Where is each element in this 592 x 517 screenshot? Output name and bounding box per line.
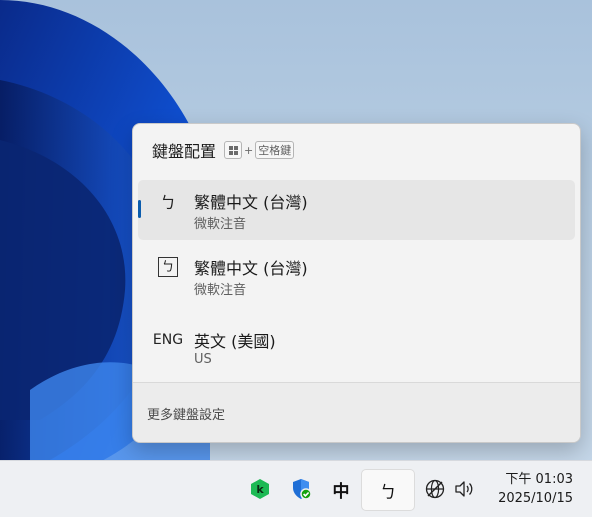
layout-ime-name: US bbox=[194, 352, 212, 367]
more-keyboard-settings-link[interactable]: 更多鍵盤設定 bbox=[133, 383, 580, 442]
layout-ime-name: 微軟注音 bbox=[194, 217, 247, 232]
keyboard-layout-flyout: 鍵盤配置 + 空格鍵 ㄅ 繁體中文 (台灣) 微軟注音 ㄅ 繁體中文 (台灣) … bbox=[132, 123, 581, 443]
layout-ime-name: 微軟注音 bbox=[194, 283, 247, 298]
layout-name: 繁體中文 (台灣) bbox=[194, 259, 308, 278]
clock-time: 下午 01:03 bbox=[505, 472, 573, 487]
bopomofo-boxed-icon: ㄅ bbox=[150, 256, 186, 278]
bopomofo-icon: ㄅ bbox=[159, 193, 176, 212]
windows-security-tray-button[interactable] bbox=[286, 469, 316, 509]
flyout-header: 鍵盤配置 + 空格鍵 bbox=[152, 138, 295, 162]
svg-text:k: k bbox=[256, 483, 264, 496]
clock-date: 2025/10/15 bbox=[498, 491, 573, 506]
flyout-title: 鍵盤配置 bbox=[152, 142, 217, 161]
taskbar-clock[interactable]: 下午 01:03 2025/10/15 bbox=[498, 470, 573, 508]
space-key-label: 空格鍵 bbox=[255, 141, 295, 159]
layout-name: 繁體中文 (台灣) bbox=[194, 193, 308, 212]
ime-layout-label: ㄅ bbox=[379, 482, 397, 503]
layout-item-zhuyin-selected[interactable]: ㄅ 繁體中文 (台灣) 微軟注音 bbox=[138, 180, 575, 240]
selection-indicator bbox=[138, 200, 141, 218]
kaspersky-icon: k bbox=[251, 479, 269, 499]
shortcut-hint: + 空格鍵 bbox=[224, 141, 295, 159]
network-globe-icon bbox=[425, 479, 445, 499]
layout-name: 英文 (美國) bbox=[194, 332, 276, 351]
ime-mode-indicator[interactable]: 中 bbox=[326, 469, 356, 509]
taskbar: k 中 ㄅ 下午 01:03 2025/10/15 bbox=[0, 460, 592, 517]
more-keyboard-settings-label: 更多鍵盤設定 bbox=[147, 408, 226, 423]
layout-item-english-us[interactable]: ENG 英文 (美國) US bbox=[138, 319, 575, 379]
windows-key-icon bbox=[224, 141, 243, 159]
windows-security-icon bbox=[293, 479, 312, 500]
shortcut-plus: + bbox=[244, 143, 254, 157]
bopomofo-boxed-glyph: ㄅ bbox=[158, 257, 178, 277]
eng-icon: ENG bbox=[152, 332, 184, 348]
ime-mode-label: 中 bbox=[332, 481, 350, 502]
volume-tray-button[interactable] bbox=[450, 469, 478, 509]
volume-icon bbox=[455, 481, 473, 497]
keyboard-layout-indicator[interactable]: ㄅ bbox=[361, 469, 415, 511]
network-tray-button[interactable] bbox=[422, 469, 448, 509]
kaspersky-tray-button[interactable]: k bbox=[246, 469, 274, 509]
layout-item-zhuyin-alt[interactable]: ㄅ 繁體中文 (台灣) 微軟注音 bbox=[138, 246, 575, 306]
